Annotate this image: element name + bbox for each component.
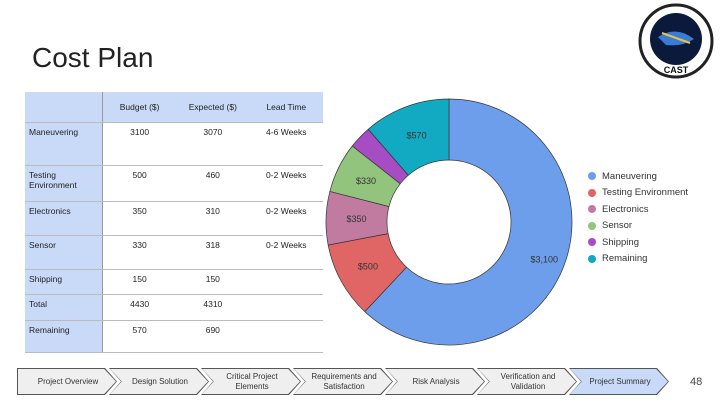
table-cell: 0-2 Weeks	[249, 201, 323, 236]
nav-design-solution[interactable]: Design Solution	[109, 368, 209, 395]
column-header: Lead Time	[249, 92, 323, 123]
legend-item: Shipping	[588, 234, 688, 251]
table-cell: 0-2 Weeks	[249, 165, 323, 202]
column-header: Expected ($)	[176, 92, 250, 123]
table-cell: Electronics	[25, 201, 104, 236]
legend-label: Testing Environment	[602, 187, 689, 199]
legend-swatch	[588, 188, 596, 197]
table-header-row: Budget ($) Expected ($) Lead Time	[25, 92, 323, 123]
legend-swatch	[588, 254, 596, 263]
nav-label: Risk Analysis	[386, 369, 484, 394]
nav-label: Critical Project Elements	[202, 369, 300, 394]
slice-label: $330	[356, 176, 376, 186]
legend-label: Sensor	[602, 220, 633, 232]
legend-item: Testing Environment	[588, 185, 688, 202]
table-cell: 4-6 Weeks	[249, 122, 323, 166]
table-cell: Total	[25, 294, 104, 321]
table-row: Sensor 330 318 0-2 Weeks	[25, 235, 323, 270]
nav-project-summary[interactable]: Project Summary	[569, 368, 669, 395]
table-cell: 3100	[102, 122, 177, 166]
table-cell: 500	[102, 165, 177, 202]
legend-label: Remaining	[602, 253, 648, 265]
legend-item: Electronics	[588, 201, 688, 218]
page-title: Cost Plan	[32, 42, 154, 73]
legend-item: Remaining	[588, 251, 688, 268]
svg-text:CAST: CAST	[664, 65, 689, 75]
legend-swatch	[588, 221, 596, 230]
table-cell: Remaining	[25, 320, 104, 353]
table-row: Electronics 350 310 0-2 Weeks	[25, 201, 323, 236]
nav-label: Requirements and Satisfaction	[294, 369, 392, 394]
table-cell: 570	[102, 320, 177, 353]
table-cell: 0-2 Weeks	[249, 235, 323, 270]
table-cell: Testing Environment	[25, 165, 104, 202]
table-cell: 350	[102, 201, 177, 236]
nav-requirements-and-satisfaction[interactable]: Requirements and Satisfaction	[293, 368, 393, 395]
nav-critical-project-elements[interactable]: Critical Project Elements	[201, 368, 301, 395]
table-cell: 4430	[102, 294, 177, 321]
table-cell: 310	[176, 201, 250, 236]
legend-swatch	[588, 238, 596, 247]
cost-donut-chart: $3,100 $500 $350 $330 $570	[325, 98, 573, 346]
table-cell: Sensor	[25, 235, 104, 270]
slice-label: $3,100	[531, 255, 559, 265]
cast-logo: CAST	[638, 3, 714, 79]
column-header	[25, 92, 104, 123]
table-row: Shipping 150 150	[25, 269, 323, 295]
table-row: Remaining 570 690	[25, 320, 323, 353]
legend-swatch	[588, 205, 596, 214]
section-nav: Project Overview Design Solution Critical …	[17, 368, 669, 395]
legend-label: Shipping	[602, 236, 639, 248]
table-cell: 4310	[176, 294, 250, 321]
legend-label: Maneuvering	[602, 170, 657, 182]
table-cell	[249, 320, 323, 353]
legend-swatch	[588, 172, 596, 181]
table-cell: 150	[102, 269, 177, 295]
table-row: Testing Environment 500 460 0-2 Weeks	[25, 165, 323, 202]
table-cell: 460	[176, 165, 250, 202]
table-row: Total 4430 4310	[25, 294, 323, 321]
nav-label: Project Summary	[570, 369, 668, 394]
legend-label: Electronics	[602, 203, 649, 215]
nav-label: Design Solution	[110, 369, 208, 394]
page-number: 48	[690, 376, 703, 388]
nav-verification-and-validation[interactable]: Verification and Validation	[477, 368, 577, 395]
table-cell	[249, 294, 323, 321]
nav-risk-analysis[interactable]: Risk Analysis	[385, 368, 485, 395]
nav-project-overview[interactable]: Project Overview	[17, 368, 117, 395]
table-cell: 150	[176, 269, 250, 295]
table-cell: 318	[176, 235, 250, 270]
table-cell: 3070	[176, 122, 250, 166]
legend-item: Maneuvering	[588, 168, 688, 185]
nav-label: Verification and Validation	[478, 369, 576, 394]
legend-item: Sensor	[588, 218, 688, 235]
nav-label: Project Overview	[18, 369, 116, 394]
slice-label: $500	[358, 262, 378, 272]
slice-label: $570	[407, 130, 427, 140]
table-cell: Maneuvering	[25, 122, 104, 166]
table-row: Maneuvering 3100 3070 4-6 Weeks	[25, 122, 323, 166]
slice-label: $350	[347, 214, 367, 224]
column-header: Budget ($)	[102, 92, 177, 123]
table-cell	[249, 269, 323, 295]
chart-legend: Maneuvering Testing Environment Electronic…	[588, 168, 688, 267]
cost-table: Budget ($) Expected ($) Lead Time Maneuveri…	[25, 92, 323, 353]
table-cell: Shipping	[25, 269, 104, 295]
table-cell: 690	[176, 320, 250, 353]
table-cell: 330	[102, 235, 177, 270]
